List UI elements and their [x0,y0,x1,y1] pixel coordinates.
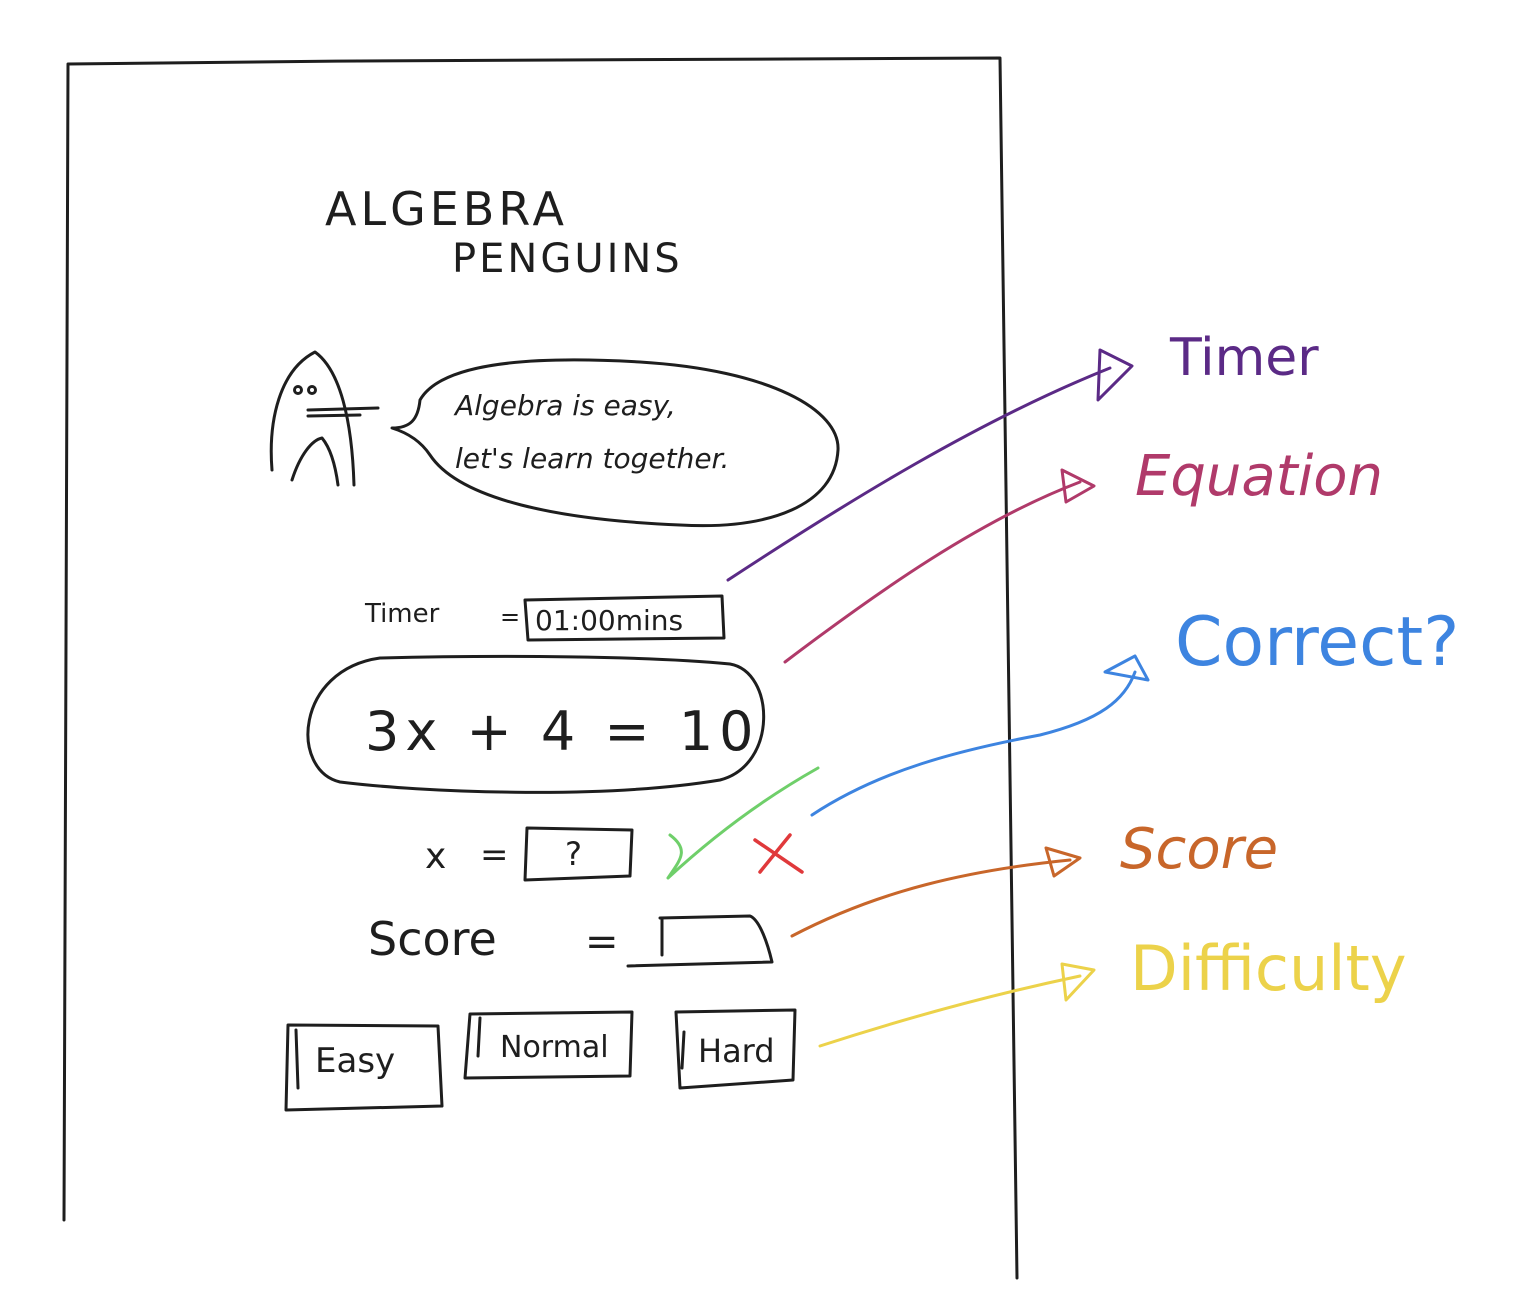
annotation-difficulty-arrow [818,974,1082,1048]
annotation-equation-label: Equation [1135,444,1383,509]
app-title-line2: PENGUINS [452,236,683,282]
hard-button[interactable]: Hard [674,1008,797,1090]
sketch-canvas: ALGEBRA PENGUINS Algebra is easy, let's … [62,56,1459,1280]
annotation-timer-label: Timer [1169,328,1319,388]
score-label: Score [368,912,497,966]
annotation-correct-arrow [810,670,1137,817]
easy-button[interactable]: Easy [284,1023,444,1112]
speech-text-line1: Algebra is easy, [453,389,676,422]
normal-button[interactable]: Normal [463,1010,634,1080]
answer-input[interactable]: ? [523,826,634,882]
annotation-correct-label: Correct? [1175,603,1459,682]
app-title-line1: ALGEBRA [325,182,568,236]
timer-equals: = [500,603,520,631]
annotation-correct: Correct? [810,603,1459,817]
speech-text-line2: let's learn together. [455,442,729,475]
hard-button-label: Hard [698,1032,775,1070]
score-equals: = [585,919,619,965]
easy-button-label: Easy [315,1041,395,1081]
annotation-difficulty: Difficulty [818,932,1407,1048]
annotation-timer-arrowhead [1096,348,1134,402]
annotation-difficulty-label: Difficulty [1130,932,1407,1005]
annotation-equation-arrow [783,480,1082,664]
annotation-difficulty-arrowhead [1060,962,1096,1002]
normal-button-label: Normal [500,1030,609,1065]
annotation-score-label: Score [1120,817,1278,882]
cross-icon [753,833,804,874]
answer-variable: x [425,836,446,877]
equation-text: 3x + 4 = 10 [365,700,760,763]
annotation-correct-arrowhead [1103,654,1150,682]
answer-equals: = [480,835,509,875]
timer-value: 01:00mins [535,604,683,637]
answer-placeholder: ? [565,835,582,873]
score-value-box [626,914,774,968]
timer-label: Timer [364,599,440,629]
annotation-timer-arrow [726,366,1112,582]
annotation-score-arrow [790,858,1072,938]
penguin-icon [269,350,380,487]
annotation-score: Score [790,817,1278,938]
